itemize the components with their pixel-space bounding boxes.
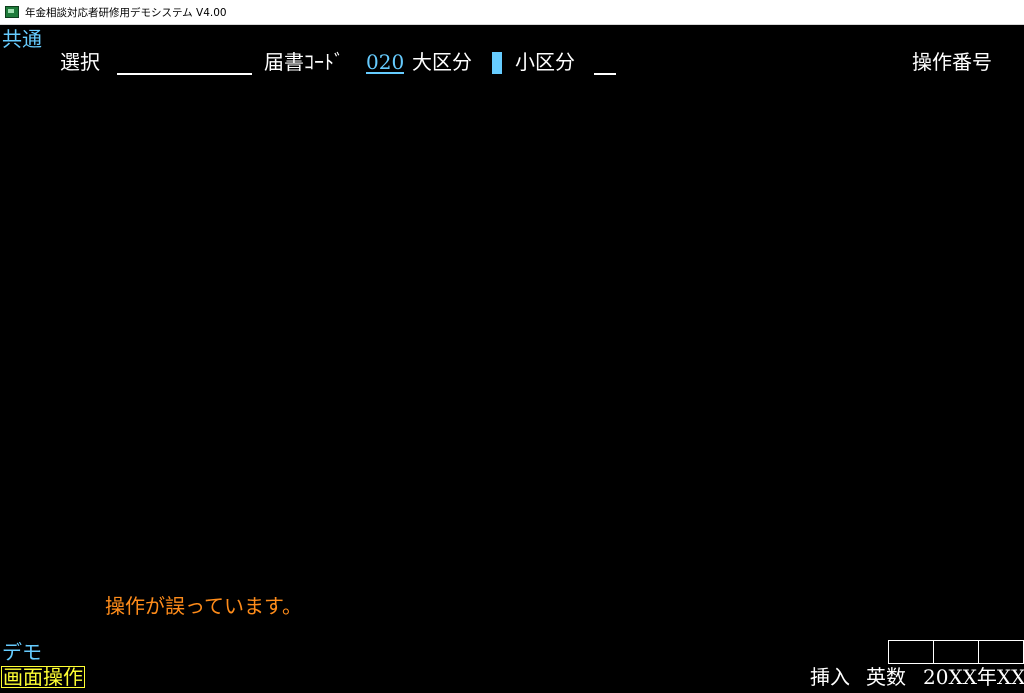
text-cursor[interactable] bbox=[492, 52, 502, 74]
function-key-box-1[interactable] bbox=[888, 640, 934, 664]
operation-number-label: 操作番号 bbox=[912, 50, 992, 74]
minor-category-input[interactable] bbox=[594, 73, 616, 75]
function-key-boxes bbox=[888, 640, 1024, 664]
form-code-label: 届書ｺｰﾄﾞ bbox=[264, 50, 344, 74]
terminal-screen[interactable]: 共通 選択 届書ｺｰﾄﾞ 020 大区分 小区分 操作番号 操作が誤っています。… bbox=[0, 25, 1024, 693]
date-display: 20XX年XX月 bbox=[923, 665, 1024, 689]
minor-category-label: 小区分 bbox=[515, 50, 575, 74]
section-label: 共通 bbox=[2, 27, 42, 51]
input-mode-indicator: 英数 bbox=[866, 665, 906, 689]
screen-operation-button[interactable]: 画面操作 bbox=[1, 666, 85, 688]
error-message: 操作が誤っています。 bbox=[105, 594, 302, 618]
select-input[interactable] bbox=[117, 73, 252, 75]
insert-mode-indicator: 挿入 bbox=[810, 665, 850, 689]
major-category-label: 大区分 bbox=[412, 50, 472, 74]
select-label: 選択 bbox=[60, 50, 100, 74]
window-title: 年金相談対応者研修用デモシステム V4.00 bbox=[25, 7, 227, 19]
form-code-input[interactable]: 020 bbox=[366, 52, 405, 74]
function-key-box-3[interactable] bbox=[978, 640, 1024, 664]
app-icon bbox=[5, 6, 19, 18]
function-key-box-2[interactable] bbox=[933, 640, 979, 664]
mode-label: デモ bbox=[2, 640, 42, 664]
title-bar: 年金相談対応者研修用デモシステム V4.00 bbox=[0, 0, 1024, 25]
